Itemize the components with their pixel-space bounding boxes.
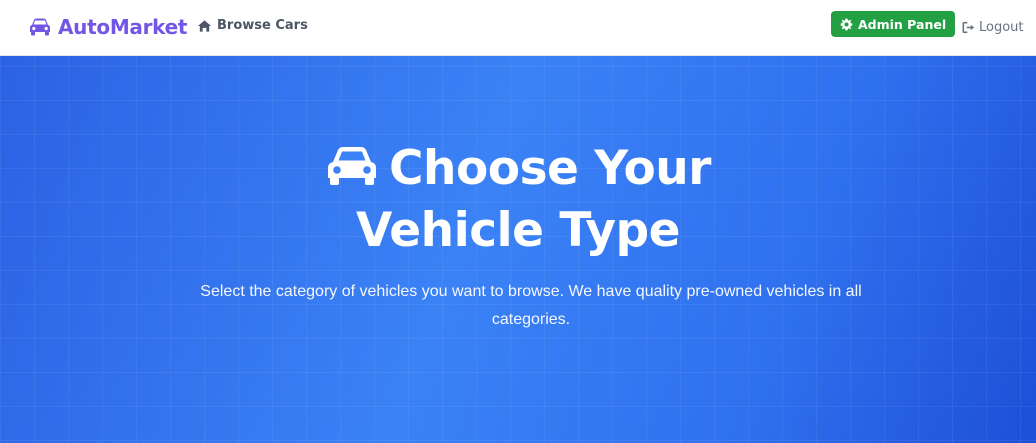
- nav-browse-cars-link[interactable]: Browse Cars: [197, 18, 308, 33]
- brand-logo-link[interactable]: AutoMarket: [28, 15, 187, 39]
- logout-label: Logout: [979, 20, 1024, 35]
- car-icon: [30, 18, 50, 36]
- home-icon: [197, 19, 212, 32]
- car-icon: [328, 147, 377, 185]
- hero-subtitle: Select the category of vehicles you want…: [200, 283, 862, 328]
- admin-panel-label: Admin Panel: [858, 16, 947, 32]
- page-title-text: Choose Your Vehicle Type: [355, 141, 712, 258]
- gear-icon: [840, 18, 853, 30]
- title-wrap: Choose Your Vehicle Type: [238, 138, 798, 262]
- nav-browse-cars-label: Browse Cars: [217, 18, 308, 33]
- logout-link[interactable]: Logout: [962, 20, 1024, 35]
- admin-panel-button[interactable]: Admin Panel: [831, 11, 956, 37]
- hero-section: Choose Your Vehicle Type Select the cate…: [0, 56, 1036, 443]
- top-navbar: AutoMarket Browse Cars Admin Panel Logou…: [0, 0, 1036, 56]
- brand-name: AutoMarket: [58, 15, 188, 39]
- logout-icon: [962, 21, 975, 34]
- page-title: Choose Your Vehicle Type: [0, 138, 1036, 262]
